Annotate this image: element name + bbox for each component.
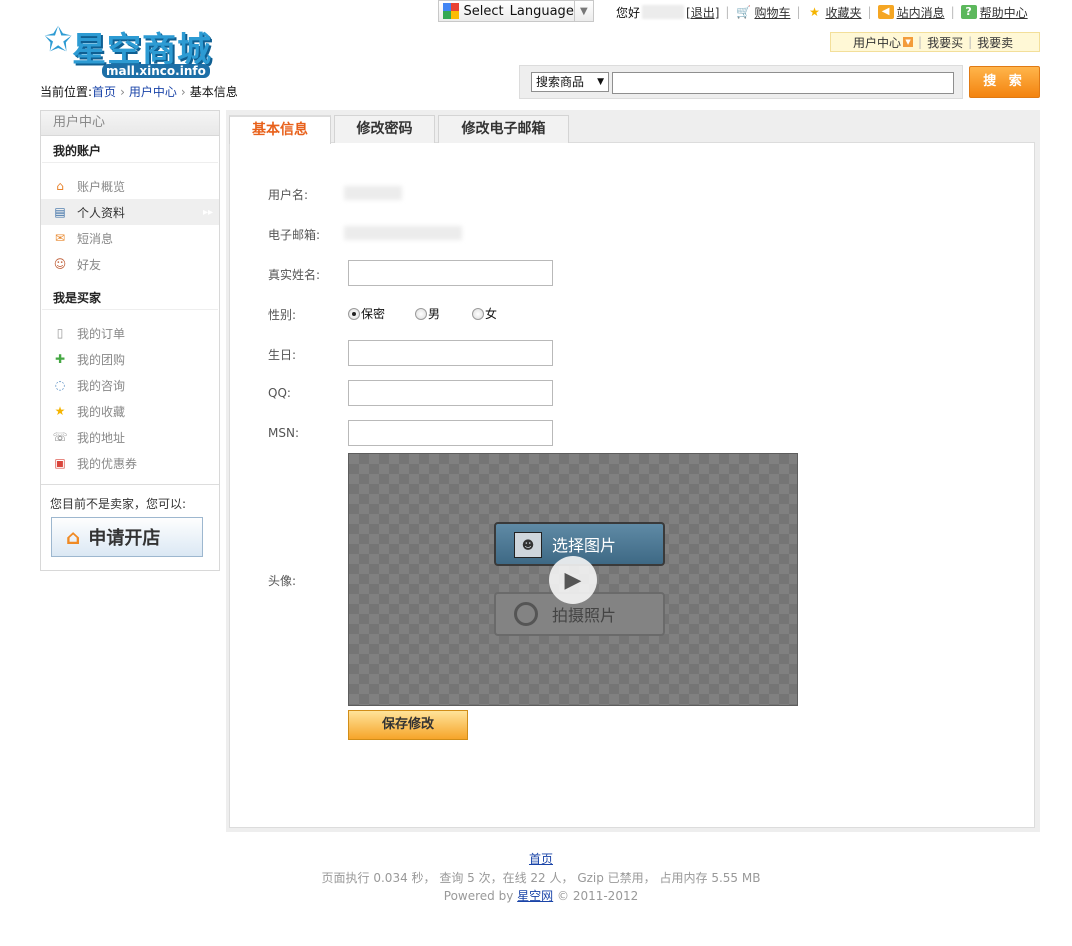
sidebar-item-addresses[interactable]: ☏ 我的地址 [41, 424, 219, 450]
play-icon[interactable]: ▶ [549, 556, 597, 604]
sidebar-item-coupons[interactable]: ▣ 我的优惠券 [41, 450, 219, 476]
house-icon: ⌂ [56, 179, 64, 193]
top-links: 您好 [退出] | 🛒 购物车 | ★ 收藏夹 | ◀ 站内消息 | ? 帮助中… [616, 4, 1028, 21]
sidebar-item-messages[interactable]: ✉ 短消息 [41, 225, 219, 251]
chevron-down-icon[interactable]: ▼ [903, 37, 914, 47]
sidebar-item-account-overview[interactable]: ⌂ 账户概览 [41, 173, 219, 199]
chevron-down-icon: ▼ [597, 77, 604, 87]
mini-nav-buy[interactable]: 我要买 [927, 34, 963, 51]
msn-field[interactable] [348, 420, 553, 446]
footer-home-link[interactable]: 首页 [529, 852, 553, 866]
username-label: 用户名: [268, 188, 309, 202]
mini-nav: 用户中心 ▼ | 我要买 | 我要卖 [830, 32, 1040, 52]
chevron-right-icon: › [120, 85, 125, 99]
language-select-label: Select [463, 3, 504, 19]
favorites-link[interactable]: 收藏夹 [826, 4, 862, 21]
gender-radio-female[interactable] [472, 307, 485, 320]
greeting: 您好 [616, 5, 641, 20]
tab-change-password[interactable]: 修改密码 [334, 115, 435, 143]
footer-powered: Powered by 星空网 © 2011-2012 [443, 889, 639, 903]
house-icon: ⌂ [66, 525, 81, 549]
chevron-right-icon: › [180, 85, 186, 99]
site-logo[interactable]: ✩ 星空商城 mall.xinco.info [44, 20, 224, 80]
google-icon [443, 3, 459, 19]
avatar-label: 头像: [268, 574, 297, 588]
chat-bubble-icon: ◌ [54, 378, 66, 392]
breadcrumb-current: 基本信息 [189, 85, 238, 99]
mini-nav-user-center[interactable]: 用户中心 [853, 34, 901, 51]
gender-radio-secret[interactable] [348, 307, 360, 320]
cart-link[interactable]: 购物车 [754, 4, 790, 21]
cart-icon: 🛒 [735, 5, 751, 19]
email-value-hidden [344, 226, 462, 240]
webcam-icon [514, 602, 538, 626]
language-select-value: Language [509, 3, 574, 19]
sidebar-item-orders[interactable]: ▯ 我的订单 [41, 320, 219, 346]
breadcrumb: 当前位置:首页 › 用户中心 › 基本信息 [40, 85, 238, 99]
help-icon: ? [960, 5, 977, 19]
search-bar: 搜索商品 ▼ [519, 65, 963, 99]
double-chevron-right-icon: ▸▸ [202, 206, 213, 218]
open-shop-button[interactable]: ⌂ 申请开店 [51, 517, 203, 557]
friends-icon: ☺ [53, 257, 67, 271]
realname-field[interactable] [348, 260, 553, 286]
search-input[interactable] [612, 72, 954, 94]
document-icon: ▯ [56, 326, 64, 340]
birthday-field[interactable] [348, 340, 553, 366]
mini-nav-sell[interactable]: 我要卖 [977, 34, 1013, 51]
sidebar-item-group-buy[interactable]: ✚ 我的团购 [41, 346, 219, 372]
sidebar-item-favorites[interactable]: ★ 我的收藏 [41, 398, 219, 424]
username-value-hidden [344, 186, 402, 200]
language-select[interactable]: Select Language ▼ [438, 0, 594, 22]
footer-brand-link[interactable]: 星空网 [517, 889, 553, 903]
gender-radio-male[interactable] [415, 307, 428, 320]
star-icon: ★ [809, 5, 820, 19]
gender-radio-group: 保密 男 女 [348, 305, 497, 322]
sidebar-item-friends[interactable]: ☺ 好友 [41, 251, 219, 277]
birthday-label: 生日: [268, 348, 297, 362]
logout-link[interactable]: [退出] [686, 4, 719, 21]
messages-link[interactable]: 站内消息 [897, 4, 945, 21]
puzzle-icon: ✚ [54, 352, 66, 366]
realname-label: 真实姓名: [268, 268, 321, 282]
sidebar-title: 用户中心 [41, 111, 219, 136]
qq-label: QQ: [268, 386, 291, 400]
star-icon: ★ [54, 404, 66, 418]
qq-field[interactable] [348, 380, 553, 406]
chevron-down-icon: ▼ [573, 1, 593, 21]
search-category-select[interactable]: 搜索商品 ▼ [531, 72, 609, 92]
tab-change-email[interactable]: 修改电子邮箱 [438, 115, 569, 143]
logo-domain: mall.xinco.info [102, 64, 210, 78]
save-button[interactable]: 保存修改 [348, 710, 468, 740]
sidebar: 用户中心 我的账户 ⌂ 账户概览 ▤ 个人资料 ▸▸ ✉ 短消息 ☺ 好友 我是… [40, 110, 220, 571]
footer-stats: 页面执行 0.034 秒， 查询 5 次，在线 22 人， Gzip 已禁用， … [321, 871, 761, 885]
breadcrumb-user-center[interactable]: 用户中心 [129, 85, 177, 99]
tab-basic-info[interactable]: 基本信息 [229, 115, 331, 144]
email-label: 电子邮箱: [268, 228, 321, 242]
photo-icon: ☻ [514, 532, 542, 558]
search-button[interactable]: 搜 索 [969, 66, 1040, 98]
sidebar-item-profile[interactable]: ▤ 个人资料 ▸▸ [41, 199, 219, 225]
sidebar-group-account: 我的账户 [42, 136, 218, 163]
gender-label: 性别: [268, 308, 297, 322]
star-logo-icon: ✩ [44, 20, 73, 60]
sidebar-item-inquiries[interactable]: ◌ 我的咨询 [41, 372, 219, 398]
envelope-icon: ✉ [54, 231, 66, 245]
seller-note: 您目前不是卖家，您可以: [41, 484, 219, 512]
msn-label: MSN: [268, 426, 299, 440]
sidebar-group-buyer: 我是买家 [42, 283, 218, 310]
breadcrumb-home[interactable]: 首页 [92, 85, 116, 99]
id-card-icon: ▤ [54, 205, 66, 219]
help-link[interactable]: 帮助中心 [980, 4, 1028, 21]
username-hidden [642, 5, 685, 19]
footer-home: 首页 [226, 850, 856, 867]
address-book-icon: ☏ [52, 430, 68, 444]
coupon-icon: ▣ [54, 456, 66, 470]
speaker-icon: ◀ [877, 5, 894, 19]
